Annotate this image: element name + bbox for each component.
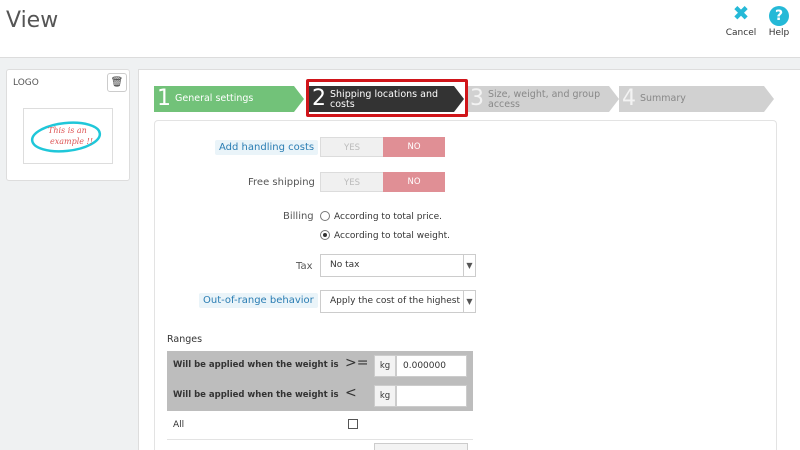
tax-label: Tax (296, 261, 313, 272)
billing-option-label: According to total weight. (334, 231, 450, 241)
free-shipping-switch[interactable]: YES NO (320, 172, 445, 192)
step-number: 1 (157, 86, 171, 111)
active-step-highlight (306, 79, 468, 117)
partial-input[interactable] (374, 443, 468, 450)
wizard-step-general-settings[interactable]: 1 General settings (154, 86, 304, 112)
tax-value: No tax (330, 260, 360, 270)
range-unit: kg (374, 385, 396, 407)
chevron-down-icon: ▼ (463, 291, 475, 312)
free-shipping-yes[interactable]: YES (320, 172, 383, 192)
page-header: View ✖ Cancel ? Help (0, 0, 800, 58)
step-label: Summary (640, 93, 686, 104)
step-label: General settings (175, 93, 254, 104)
radio-checked-icon (320, 230, 330, 240)
range-operator: >= (345, 355, 369, 371)
billing-option-total-weight[interactable]: According to total weight. (320, 230, 450, 241)
trash-icon: 🗑 (110, 77, 124, 88)
tax-select[interactable]: No tax ▼ (320, 254, 476, 277)
logo-sketch: This is an example !! (30, 121, 102, 153)
cancel-label: Cancel (725, 28, 757, 38)
range-label: Will be applied when the weight is (173, 390, 339, 400)
out-of-range-select[interactable]: Apply the cost of the highest ▼ (320, 290, 476, 313)
next-row-partial (167, 441, 473, 450)
logo-text-line2: example !! (50, 137, 93, 146)
range-max-input[interactable] (396, 385, 467, 407)
all-label: All (173, 420, 185, 430)
range-min-input[interactable]: 0.000000 (396, 355, 467, 377)
ranges-title: Ranges (167, 334, 203, 345)
handling-costs-label: Add handling costs (215, 140, 319, 155)
wizard-step-summary[interactable]: 4 Summary (619, 86, 774, 112)
out-of-range-value: Apply the cost of the highest (330, 296, 460, 306)
range-label: Will be applied when the weight is (173, 360, 339, 370)
chevron-down-icon: ▼ (463, 255, 475, 276)
step-number: 4 (622, 86, 636, 111)
cancel-button[interactable]: ✖ Cancel (723, 2, 759, 38)
range-unit: kg (374, 355, 396, 377)
step-number: 3 (470, 86, 484, 111)
out-of-range-label: Out-of-range behavior (199, 293, 318, 308)
range-operator: < (345, 385, 357, 401)
free-shipping-label: Free shipping (248, 177, 315, 188)
billing-option-total-price[interactable]: According to total price. (320, 211, 442, 222)
help-icon: ? (769, 6, 789, 26)
handling-costs-yes[interactable]: YES (320, 137, 383, 157)
billing-option-label: According to total price. (334, 212, 443, 222)
help-label: Help (768, 28, 790, 38)
logo-preview-image: This is an example !! (23, 108, 113, 164)
page-title: View (6, 8, 59, 33)
free-shipping-no[interactable]: NO (383, 172, 445, 192)
help-button[interactable]: ? Help (761, 2, 797, 38)
range-row-min: Will be applied when the weight is >= kg… (167, 351, 473, 381)
step-label: Size, weight, and group access (488, 89, 601, 110)
close-icon: ✖ (732, 1, 750, 25)
billing-label: Billing (283, 211, 314, 222)
handling-costs-no[interactable]: NO (383, 137, 445, 157)
logo-text-line1: This is an (48, 126, 87, 135)
logo-label: LOGO (13, 78, 39, 88)
delete-logo-button[interactable]: 🗑 (107, 73, 127, 92)
range-row-max: Will be applied when the weight is < kg (167, 381, 473, 411)
radio-icon (320, 211, 330, 221)
logo-panel: LOGO 🗑 This is an example !! (6, 69, 130, 181)
handling-costs-switch[interactable]: YES NO (320, 137, 445, 157)
all-checkbox[interactable] (348, 419, 358, 429)
all-row: All (167, 412, 473, 440)
wizard-step-size-weight[interactable]: 3 Size, weight, and group access (467, 86, 619, 112)
